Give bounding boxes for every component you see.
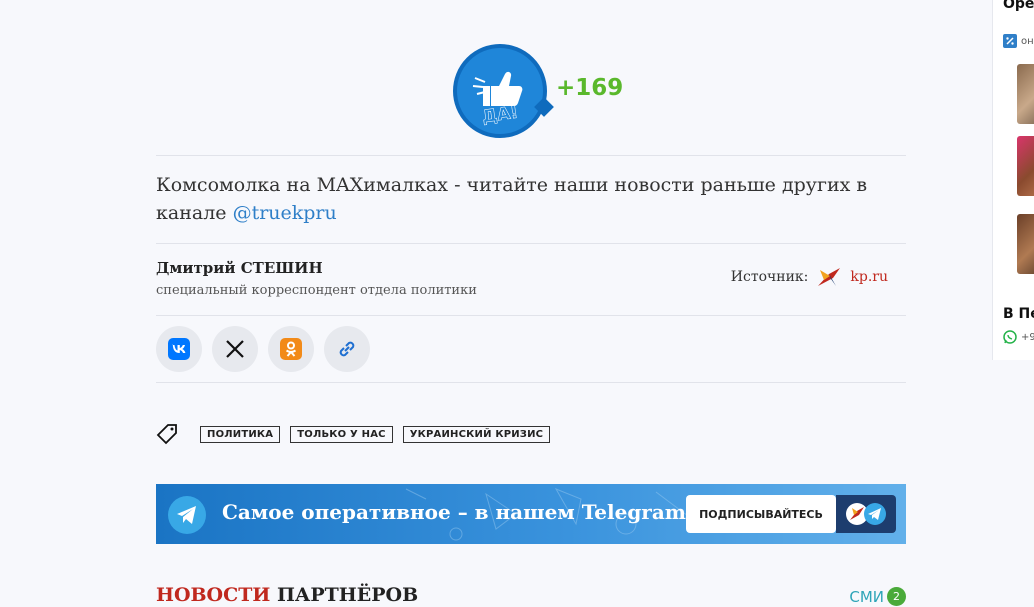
vk-icon — [168, 338, 190, 360]
sidebar-headline-2[interactable]: В Пе — [1003, 306, 1034, 322]
svg-text:ДА!: ДА! — [481, 103, 519, 126]
sidebar-thumbnail[interactable] — [1017, 214, 1034, 274]
tag-icon — [156, 423, 178, 445]
reaction-count: +169 — [556, 75, 624, 101]
sidebar-thumbnail[interactable] — [1017, 136, 1034, 196]
x-icon — [226, 340, 244, 358]
sidebar-headline[interactable]: Оре плат — [1003, 0, 1034, 14]
telegram-icon — [168, 496, 206, 534]
sidebar-meta-2-text: +9 — [1021, 331, 1034, 343]
telegram-banner[interactable]: Самое оперативное – в нашем Telegram ПОД… — [156, 484, 906, 544]
divider — [156, 155, 906, 156]
odnoklassniki-icon — [280, 338, 302, 360]
reaction-block: ДА! +169 — [453, 44, 623, 139]
smi-counter[interactable]: СМИ 2 — [849, 587, 906, 606]
partners-title-dark: ПАРТНЁРОВ — [276, 584, 419, 606]
kp-telegram-badge — [836, 495, 896, 533]
kp-logo-icon — [818, 268, 841, 286]
divider — [156, 315, 906, 316]
smi-count-badge: 2 — [887, 587, 906, 606]
smi-label: СМИ — [849, 587, 884, 606]
divider — [156, 382, 906, 383]
divider — [156, 243, 906, 244]
source-block: Источник: kp.ru — [731, 266, 888, 288]
promo-text: Комсомолка на MAXималках - читайте наши … — [156, 171, 876, 227]
author-name[interactable]: Дмитрий СТЕШИН — [156, 259, 323, 277]
reaction-yes-button[interactable]: ДА! — [453, 44, 547, 138]
tag-ukraine-crisis[interactable]: УКРАИНСКИЙ КРИЗИС — [402, 425, 551, 443]
sidebar-meta-2: +9 — [1003, 330, 1034, 344]
article-footer: ДА! +169 Комсомолка на MAXималках - чита… — [156, 0, 906, 607]
sidebar-thumbnail[interactable] — [1017, 64, 1034, 124]
share-x-button[interactable] — [212, 326, 258, 372]
telegram-banner-text: Самое оперативное – в нашем Telegram — [222, 500, 686, 524]
discount-icon — [1003, 34, 1017, 48]
source-label: Источник: — [730, 269, 809, 285]
sidebar-meta-text: он — [1021, 35, 1034, 47]
sidebar-meta: он — [1003, 34, 1034, 48]
whatsapp-icon — [1003, 330, 1017, 344]
link-icon — [339, 341, 355, 357]
share-buttons — [156, 326, 370, 372]
share-vk-button[interactable] — [156, 326, 202, 372]
partners-news-title: НОВОСТИ ПАРТНЁРОВ — [156, 584, 418, 606]
author-role: специальный корреспондент отдела политик… — [156, 283, 477, 298]
tag-exclusive[interactable]: ТОЛЬКО У НАС — [290, 425, 393, 443]
right-sidebar: Оре плат он В Пе +9 — [992, 0, 1034, 360]
tag-list: ПОЛИТИКА ТОЛЬКО У НАС УКРАИНСКИЙ КРИЗИС — [156, 423, 551, 445]
tag-politics[interactable]: ПОЛИТИКА — [200, 425, 281, 443]
promo-channel-link[interactable]: @truekpru — [233, 202, 337, 224]
thumbs-up-icon: ДА! — [472, 71, 523, 126]
subscribe-button[interactable]: ПОДПИСЫВАЙТЕСЬ — [686, 495, 836, 533]
kp-telegram-logo-icon — [846, 503, 886, 525]
share-ok-button[interactable] — [268, 326, 314, 372]
partners-title-red: НОВОСТИ — [156, 584, 271, 606]
source-link[interactable]: kp.ru — [850, 269, 888, 285]
share-copy-link-button[interactable] — [324, 326, 370, 372]
